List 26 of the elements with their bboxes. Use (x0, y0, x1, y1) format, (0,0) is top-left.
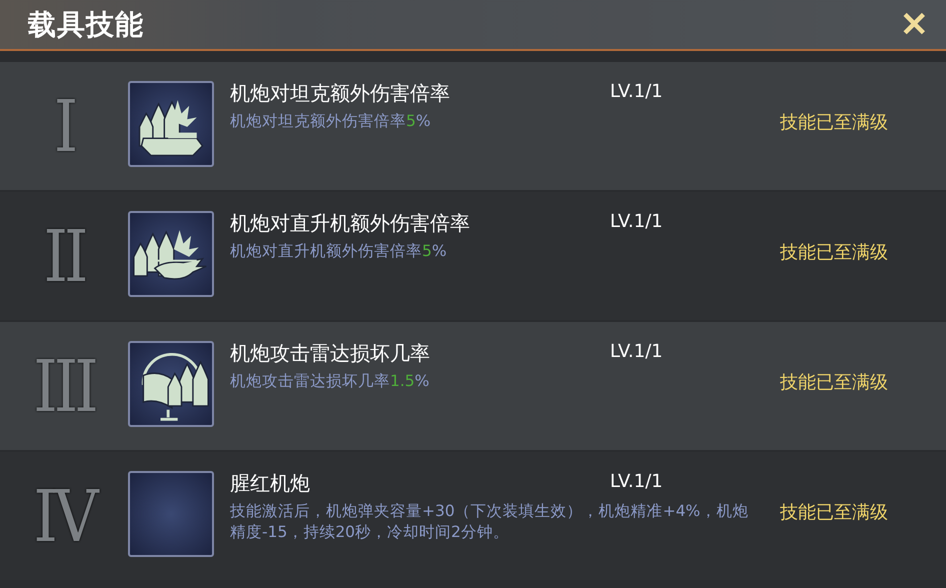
skill-description: 机炮攻击雷达损坏几率1.5% (230, 371, 430, 392)
roman-numeral: II (44, 214, 84, 298)
skill-level: LV.1/1 (610, 81, 663, 102)
skill-name: 机炮对直升机额外伤害倍率 (230, 210, 471, 237)
skill-name: 机炮对坦克额外伤害倍率 (230, 80, 451, 107)
roman-numeral: III (33, 344, 95, 428)
skill-level: LV.1/1 (610, 211, 663, 232)
empty-skill-icon (128, 471, 214, 557)
tank-shells-icon (128, 81, 214, 167)
skill-status: 技能已至满级 (780, 371, 888, 394)
skill-name: 腥红机炮 (230, 470, 311, 497)
skill-status: 技能已至满级 (780, 241, 888, 264)
skill-description: 机炮对坦克额外伤害倍率5% (230, 111, 432, 132)
roman-numeral: I (54, 84, 74, 168)
skill-description: 技能激活后，机炮弹夹容量+30（下次装填生效），机炮精准+4%，机炮精度-15，持续20秒，冷却时间2分钟。 (230, 501, 750, 543)
radar-shells-icon (128, 341, 214, 427)
close-button[interactable]: ✕ (896, 8, 932, 42)
window-title: 载具技能 (28, 6, 144, 42)
skill-status: 技能已至满级 (780, 501, 888, 524)
skill-description: 机炮对直升机额外伤害倍率5% (230, 241, 448, 262)
skill-status: 技能已至满级 (780, 111, 888, 134)
helicopter-shells-icon (128, 211, 214, 297)
skill-level: LV.1/1 (610, 341, 663, 362)
skill-name: 机炮攻击雷达损坏几率 (230, 340, 431, 367)
skill-level: LV.1/1 (610, 471, 663, 492)
roman-numeral: IV (33, 474, 95, 558)
